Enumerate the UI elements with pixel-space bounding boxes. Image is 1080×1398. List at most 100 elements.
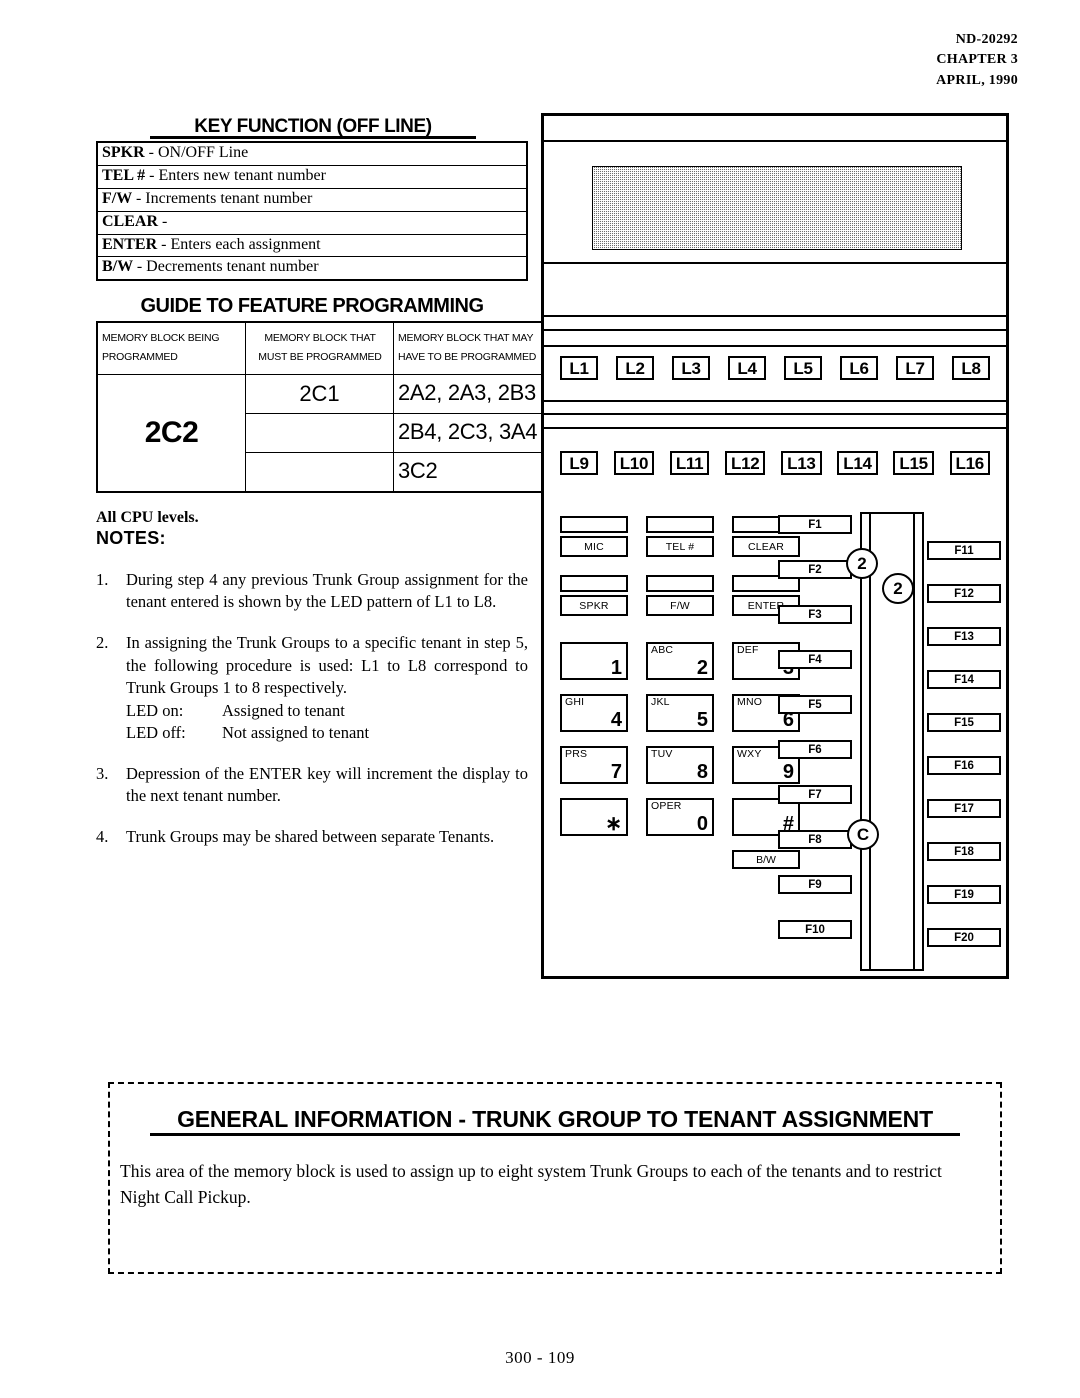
keypad-cell: TUV 8: [646, 746, 714, 784]
f-key-f5[interactable]: F5: [778, 695, 852, 714]
line-key-l8[interactable]: L8: [952, 356, 990, 380]
note-paragraph: Depression of the ENTER key will increme…: [126, 764, 528, 806]
f-key-f2[interactable]: F2: [778, 560, 852, 579]
keypad-key-5[interactable]: JKL 5: [646, 694, 714, 732]
led-indicator: [646, 575, 714, 592]
line-key-l11[interactable]: L11: [669, 451, 710, 475]
line-key-l15[interactable]: L15: [893, 451, 934, 475]
f-key-column-right: F11 F12 F13 F14 F15 F16 F17 F18 F19 F20: [927, 541, 1001, 971]
keypad-key-1[interactable]: 1: [560, 642, 628, 680]
table-row: MEMORY BLOCK BEING PROGRAMMED MEMORY BLO…: [96, 321, 555, 376]
f-key-f13[interactable]: F13: [927, 627, 1001, 646]
led-state-value: Assigned to tenant: [222, 700, 345, 720]
f-key-f11[interactable]: F11: [927, 541, 1001, 560]
cell-may-2: 3C2: [393, 452, 555, 493]
note-item: 4. Trunk Groups may be shared between sep…: [96, 826, 528, 848]
f-key-f14[interactable]: F14: [927, 670, 1001, 689]
function-key-mic[interactable]: MIC: [560, 536, 628, 557]
f-key-f1[interactable]: F1: [778, 515, 852, 534]
guide-title: GUIDE TO FEATURE PROGRAMMING: [140, 295, 484, 318]
keypad-key-letters: ABC: [651, 644, 674, 656]
note-text: Depression of the ENTER key will increme…: [126, 763, 528, 807]
led-state-list: LED on: Assigned to tenant LED off: Not ass…: [126, 700, 528, 744]
note-paragraph: During step 4 any previous Trunk Group a…: [126, 570, 528, 612]
f-key-f8[interactable]: F8: [778, 830, 852, 849]
keypad-row: 1ABC2DEF3: [560, 642, 808, 680]
f-key-f17[interactable]: F17: [927, 799, 1001, 818]
line-key-l16[interactable]: L16: [949, 451, 990, 475]
lcd-display: [592, 166, 962, 250]
notes-label: NOTES:: [96, 528, 166, 549]
line-key-l14[interactable]: L14: [837, 451, 878, 475]
led-state-row-off: LED off: Not assigned to tenant: [126, 722, 528, 744]
cpu-levels-text: All CPU levels.: [96, 509, 199, 527]
general-information-box: GENERAL INFORMATION - TRUNK GROUP TO TEN…: [108, 1082, 1002, 1274]
f-key-f4[interactable]: F4: [778, 650, 852, 669]
f-key-f19[interactable]: F19: [927, 885, 1001, 904]
f-key-f12[interactable]: F12: [927, 584, 1001, 603]
panel-divider: [544, 400, 1006, 402]
function-key-tel[interactable]: TEL #: [646, 536, 714, 557]
line-key-l5[interactable]: L5: [784, 356, 822, 380]
line-key-l2[interactable]: L2: [616, 356, 654, 380]
led-indicator: [646, 516, 714, 533]
key-function-cell: F/W - Increments tenant number: [97, 187, 527, 212]
key-function-cell: ENTER - Enters each assignment: [97, 233, 527, 258]
keypad: MICTEL #CLEAR SPKRF/WENTER 1ABC2DEF3GHI4…: [560, 516, 808, 869]
function-key-spkr[interactable]: SPKR: [560, 595, 628, 616]
keypad-key-letters: MNO: [737, 696, 763, 708]
keypad-cell: 1: [560, 642, 628, 680]
f-key-f20[interactable]: F20: [927, 928, 1001, 947]
keypad-key-asterisk[interactable]: ∗: [560, 798, 628, 836]
left-column: KEY FUNCTION (OFF LINE) SPKR - ON/OFF Li…: [96, 116, 555, 867]
key-function-desc: - Increments tenant number: [135, 189, 313, 207]
keypad-key-4[interactable]: GHI 4: [560, 694, 628, 732]
table-row: CLEAR -: [97, 210, 527, 235]
line-key-l4[interactable]: L4: [728, 356, 766, 380]
phone-panel: L1 L2 L3 L4 L5 L6 L7 L8 L9 L10 L11 L12 L13 L14 L15 L16…: [541, 113, 1009, 979]
line-key-l6[interactable]: L6: [840, 356, 878, 380]
line-key-l10[interactable]: L10: [613, 451, 655, 475]
line-key-l1[interactable]: L1: [560, 356, 598, 380]
keypad-key-letters: OPER: [651, 800, 682, 812]
panel-divider: [544, 329, 1006, 331]
led-indicator: [560, 575, 628, 592]
keypad-cell: PRS 7: [560, 746, 628, 784]
line-key-l9[interactable]: L9: [560, 451, 598, 475]
function-key-cell: F/W: [646, 575, 714, 616]
panel-divider: [544, 315, 1006, 317]
table-row: ENTER - Enters each assignment: [97, 233, 527, 258]
line-key-l7[interactable]: L7: [896, 356, 934, 380]
doc-chapter: CHAPTER 3: [936, 52, 1018, 68]
keypad-key-7[interactable]: PRS 7: [560, 746, 628, 784]
key-function-desc: - Decrements tenant number: [136, 258, 319, 276]
function-key-f-w[interactable]: F/W: [646, 595, 714, 616]
f-key-f9[interactable]: F9: [778, 875, 852, 894]
keypad-cell: ABC 2: [646, 642, 714, 680]
line-key-l12[interactable]: L12: [725, 451, 766, 475]
keypad-key-2[interactable]: ABC 2: [646, 642, 714, 680]
f-key-f7[interactable]: F7: [778, 785, 852, 804]
led-state-value: Not assigned to tenant: [222, 722, 370, 742]
f-key-f6[interactable]: F6: [778, 740, 852, 759]
callout-marker-c: C: [847, 819, 879, 850]
keypad-key-letters: TUV: [651, 748, 673, 760]
line-key-l3[interactable]: L3: [672, 356, 710, 380]
f-key-column-left: F1 F2 F3 F4 F5 F6 F7 F8 F9 F10: [778, 515, 852, 965]
f-key-f15[interactable]: F15: [927, 713, 1001, 732]
f-key-f18[interactable]: F18: [927, 842, 1001, 861]
line-key-l13[interactable]: L13: [781, 451, 822, 475]
note-text: In assigning the Trunk Groups to a speci…: [126, 632, 528, 744]
key-function-cell: SPKR - ON/OFF Line: [97, 142, 527, 166]
table-row: SPKR - ON/OFF Line: [97, 142, 527, 166]
led-state-row-on: LED on: Assigned to tenant: [126, 700, 528, 722]
f-key-f10[interactable]: F10: [778, 920, 852, 939]
keypad-key-8[interactable]: TUV 8: [646, 746, 714, 784]
key-function-cell: CLEAR -: [97, 210, 527, 235]
panel-divider: [544, 427, 1006, 429]
led-state-label: LED off:: [126, 722, 186, 742]
keypad-key-0[interactable]: OPER 0: [646, 798, 714, 836]
f-key-f3[interactable]: F3: [778, 605, 852, 624]
note-number: 1.: [96, 570, 109, 590]
f-key-f16[interactable]: F16: [927, 756, 1001, 775]
